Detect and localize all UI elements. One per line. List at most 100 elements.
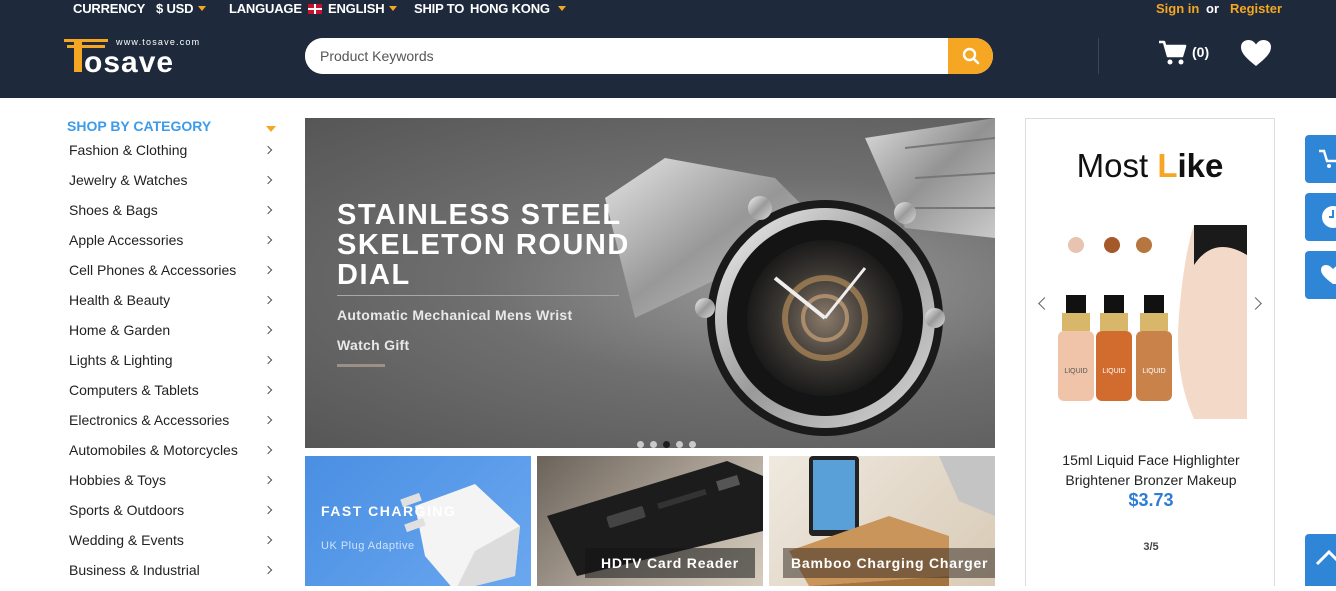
category-item-lights[interactable]: Lights & Lighting bbox=[69, 345, 279, 375]
category-label: Automobiles & Motorcycles bbox=[69, 442, 238, 458]
chevron-right-icon bbox=[263, 505, 273, 515]
chevron-down-icon[interactable] bbox=[266, 126, 276, 132]
tile-label: FAST CHARGING bbox=[321, 503, 457, 519]
side-cart-button[interactable] bbox=[1305, 135, 1336, 183]
chevron-down-icon bbox=[198, 6, 207, 11]
category-item-fashion[interactable]: Fashion & Clothing bbox=[69, 135, 279, 165]
category-label: Business & Industrial bbox=[69, 562, 200, 578]
category-item-apple[interactable]: Apple Accessories bbox=[69, 225, 279, 255]
category-label: Shoes & Bags bbox=[69, 202, 158, 218]
language-label: LANGUAGE bbox=[229, 1, 302, 16]
carousel-dot[interactable] bbox=[650, 441, 657, 448]
search-bar[interactable] bbox=[305, 38, 993, 74]
carousel-dot[interactable] bbox=[689, 441, 696, 448]
product-name[interactable]: 15ml Liquid Face Highlighter Brightener … bbox=[1036, 450, 1266, 490]
tile-sublabel: UK Plug Adaptive bbox=[321, 540, 415, 552]
category-item-sports[interactable]: Sports & Outdoors bbox=[69, 495, 279, 525]
chevron-right-icon bbox=[263, 445, 273, 455]
pager-indicator: 3/5 bbox=[1143, 541, 1159, 553]
most-like-panel: Most Like LIQUID LIQUID LIQUID 15ml Liqu… bbox=[1025, 118, 1275, 586]
search-icon bbox=[962, 47, 979, 65]
chevron-right-icon[interactable] bbox=[1249, 297, 1262, 310]
chevron-right-icon bbox=[263, 325, 273, 335]
category-item-wedding[interactable]: Wedding & Events bbox=[69, 525, 279, 555]
carousel-dot[interactable] bbox=[637, 441, 644, 448]
currency-selector[interactable]: $ USD bbox=[156, 1, 207, 16]
category-list: Fashion & Clothing Jewelry & Watches Sho… bbox=[69, 135, 279, 585]
banner-accent-line bbox=[337, 364, 385, 367]
promo-tile-card-reader[interactable]: HDTV Card Reader bbox=[537, 456, 763, 586]
category-item-home[interactable]: Home & Garden bbox=[69, 315, 279, 345]
category-label: Hobbies & Toys bbox=[69, 472, 167, 488]
ship-selector[interactable]: HONG KONG bbox=[470, 1, 566, 16]
chevron-right-icon bbox=[263, 355, 273, 365]
chevron-down-icon bbox=[389, 6, 398, 11]
svg-text:LIQUID: LIQUID bbox=[1102, 368, 1125, 375]
side-history-button[interactable] bbox=[1305, 193, 1336, 241]
heart-icon bbox=[1241, 40, 1271, 66]
category-label: Cell Phones & Accessories bbox=[69, 262, 237, 278]
category-item-cell-phones[interactable]: Cell Phones & Accessories bbox=[69, 255, 279, 285]
category-item-health[interactable]: Health & Beauty bbox=[69, 285, 279, 315]
promo-tile-fast-charging[interactable]: FAST CHARGING UK Plug Adaptive bbox=[305, 456, 531, 586]
category-label: Lights & Lighting bbox=[69, 352, 173, 368]
category-label: Apple Accessories bbox=[69, 232, 184, 248]
cart-button[interactable]: (0) bbox=[1158, 40, 1228, 70]
category-heading[interactable]: SHOP BY CATEGORY bbox=[67, 118, 211, 134]
wishlist-button[interactable] bbox=[1240, 39, 1272, 72]
category-item-electronics[interactable]: Electronics & Accessories bbox=[69, 405, 279, 435]
most-like-title: Most Like bbox=[1076, 147, 1224, 184]
product-image[interactable]: LIQUID LIQUID LIQUID bbox=[1054, 225, 1247, 419]
category-item-computers[interactable]: Computers & Tablets bbox=[69, 375, 279, 405]
carousel-dot-active[interactable] bbox=[663, 441, 670, 448]
banner-subtitle: Automatic Mechanical Mens Wrist Watch Gi… bbox=[337, 307, 573, 353]
cart-count: (0) bbox=[1192, 44, 1210, 60]
currency-label: CURRENCY bbox=[73, 1, 146, 16]
logo-mark: www.tosave.com osave bbox=[64, 37, 199, 79]
chevron-left-icon[interactable] bbox=[1038, 297, 1051, 310]
side-wishlist-button[interactable] bbox=[1305, 251, 1336, 299]
chevron-up-icon bbox=[1315, 549, 1336, 566]
promo-tile-bamboo-charger[interactable]: Bamboo Charging Charger bbox=[769, 456, 995, 586]
uk-flag-icon bbox=[308, 4, 322, 14]
svg-text:LIQUID: LIQUID bbox=[1064, 368, 1087, 375]
search-input[interactable] bbox=[305, 38, 950, 74]
chevron-down-icon bbox=[557, 6, 566, 11]
heart-icon bbox=[1321, 265, 1336, 284]
chevron-right-icon bbox=[263, 205, 273, 215]
chevron-right-icon bbox=[263, 295, 273, 305]
svg-text:LIQUID: LIQUID bbox=[1142, 368, 1165, 375]
category-item-automobiles[interactable]: Automobiles & Motorcycles bbox=[69, 435, 279, 465]
chevron-right-icon bbox=[263, 385, 273, 395]
chevron-right-icon bbox=[263, 175, 273, 185]
category-label: Electronics & Accessories bbox=[69, 412, 230, 428]
category-label: Sports & Outdoors bbox=[69, 502, 185, 518]
top-header: CURRENCY $ USD LANGUAGE ENGLISH SHIP TO … bbox=[0, 0, 1336, 98]
chevron-right-icon bbox=[263, 235, 273, 245]
category-item-business[interactable]: Business & Industrial bbox=[69, 555, 279, 585]
carousel-dots bbox=[637, 435, 702, 448]
language-selector[interactable]: ENGLISH bbox=[308, 1, 398, 16]
back-to-top-button[interactable] bbox=[1305, 534, 1336, 586]
category-label: Jewelry & Watches bbox=[69, 172, 188, 188]
category-label: Home & Garden bbox=[69, 322, 171, 338]
chevron-right-icon bbox=[263, 145, 273, 155]
sign-in-link[interactable]: Sign in bbox=[1156, 1, 1199, 16]
register-link[interactable]: Register bbox=[1230, 1, 1282, 16]
hero-banner[interactable]: STAINLESS STEEL SKELETON ROUND DIAL Auto… bbox=[305, 118, 995, 448]
chevron-right-icon bbox=[263, 535, 273, 545]
chevron-right-icon bbox=[263, 415, 273, 425]
banner-divider bbox=[337, 295, 619, 296]
tosave-logo[interactable]: www.tosave.com osave bbox=[64, 36, 224, 79]
category-item-hobbies[interactable]: Hobbies & Toys bbox=[69, 465, 279, 495]
search-button[interactable] bbox=[948, 38, 993, 74]
category-item-jewelry[interactable]: Jewelry & Watches bbox=[69, 165, 279, 195]
tile-label: Bamboo Charging Charger bbox=[783, 548, 995, 578]
svg-text:osave: osave bbox=[84, 46, 174, 78]
category-item-shoes[interactable]: Shoes & Bags bbox=[69, 195, 279, 225]
currency-value: $ USD bbox=[156, 1, 194, 16]
carousel-dot[interactable] bbox=[676, 441, 683, 448]
charger-image bbox=[400, 484, 520, 586]
cart-icon bbox=[1159, 40, 1187, 65]
or-text: or bbox=[1206, 1, 1219, 16]
